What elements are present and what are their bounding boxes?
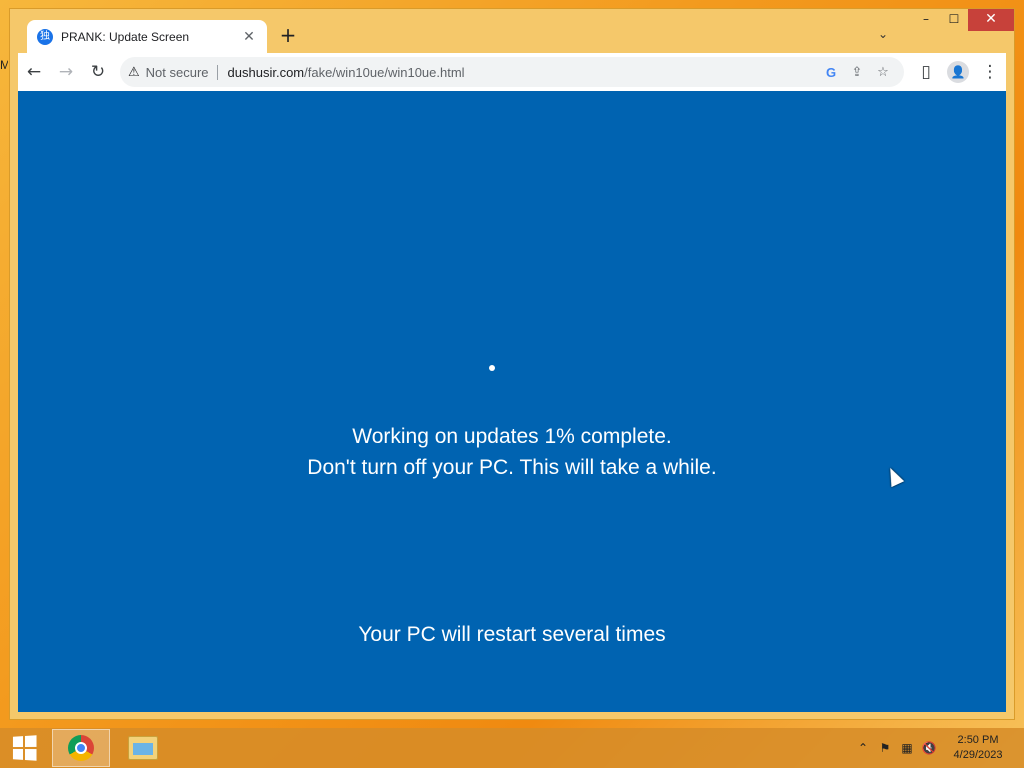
windows-logo-icon (12, 735, 37, 761)
loading-spinner-icon (489, 365, 495, 371)
action-center-flag-icon[interactable]: ⚑ (874, 741, 896, 755)
browser-toolbar: ← → ↻ ⚠ Not secure dushusir.com/fake/win… (18, 53, 1006, 91)
minimize-button[interactable]: – (912, 9, 940, 31)
update-screen: Working on updates 1% complete. Don't tu… (18, 91, 1006, 712)
window-controls: – ☐ ✕ (912, 9, 1014, 31)
start-button[interactable] (0, 728, 48, 768)
menu-kebab-icon[interactable]: ⋮ (974, 56, 1006, 88)
network-icon[interactable]: ▦ (896, 741, 918, 755)
favicon-icon: 独 (37, 29, 53, 45)
tab-prank-update-screen[interactable]: 独 PRANK: Update Screen ✕ (27, 20, 267, 54)
forward-button[interactable]: → (50, 56, 82, 88)
close-window-button[interactable]: ✕ (968, 9, 1014, 31)
file-explorer-icon (128, 736, 158, 760)
reload-button[interactable]: ↻ (82, 56, 114, 88)
bookmark-star-icon[interactable]: ☆ (870, 65, 896, 80)
maximize-button[interactable]: ☐ (940, 9, 968, 31)
desktop-edge-glyph: M (0, 58, 8, 72)
browser-window: 独 PRANK: Update Screen ✕ + ⌄ – ☐ ✕ ← → ↻… (9, 8, 1015, 720)
clock-date: 4/29/2023 (953, 749, 1003, 761)
taskbar-chrome-button[interactable] (52, 729, 110, 767)
warning-line: Don't turn off your PC. This will take a… (307, 456, 717, 479)
tab-search-chevron-icon[interactable]: ⌄ (878, 27, 888, 41)
url-path: /fake/win10ue/win10ue.html (304, 64, 465, 80)
google-translate-icon[interactable]: G (818, 65, 844, 80)
address-bar[interactable]: ⚠ Not secure dushusir.com/fake/win10ue/w… (120, 57, 904, 87)
url-text[interactable]: dushusir.com/fake/win10ue/win10ue.html (228, 65, 818, 80)
close-tab-icon[interactable]: ✕ (241, 29, 257, 45)
taskbar-file-explorer-button[interactable] (114, 729, 172, 767)
profile-button[interactable]: 👤 (942, 56, 974, 88)
system-tray: ⌃ ⚑ ▦ 🔇 2:50 PM 4/29/2023 (852, 728, 1024, 768)
side-panel-icon[interactable]: ▯ (910, 56, 942, 88)
warning-icon[interactable]: ⚠ (128, 65, 140, 80)
profile-icon: 👤 (947, 61, 969, 83)
security-label[interactable]: Not secure (146, 64, 218, 80)
volume-muted-icon[interactable]: 🔇 (918, 741, 940, 755)
progress-line: Working on updates 1% complete. (352, 425, 672, 448)
chrome-icon (68, 735, 94, 761)
new-tab-button[interactable]: + (278, 25, 298, 45)
clock-time: 2:50 PM (957, 734, 999, 746)
show-hidden-icons-chevron-icon[interactable]: ⌃ (852, 741, 874, 755)
taskbar: ⌃ ⚑ ▦ 🔇 2:50 PM 4/29/2023 (0, 728, 1024, 768)
restart-notice: Your PC will restart several times (358, 623, 666, 646)
share-icon[interactable]: ⇪ (844, 65, 870, 80)
url-host: dushusir.com (227, 64, 305, 80)
update-progress-message: Working on updates 1% complete. Don't tu… (18, 421, 1006, 483)
back-button[interactable]: ← (18, 56, 50, 88)
clock[interactable]: 2:50 PM 4/29/2023 (946, 733, 1010, 763)
title-bar: 独 PRANK: Update Screen ✕ + ⌄ – ☐ ✕ (10, 9, 1014, 54)
tab-title: PRANK: Update Screen (61, 30, 190, 44)
